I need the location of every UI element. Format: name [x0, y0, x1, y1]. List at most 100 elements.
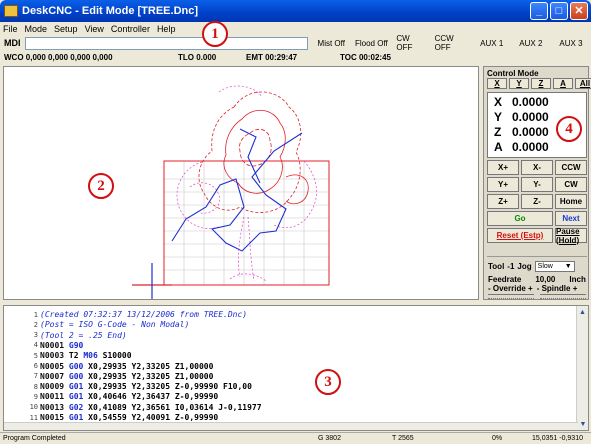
aux3-button[interactable]: AUX 3: [551, 37, 591, 50]
grid: [164, 161, 329, 285]
menu-view[interactable]: View: [85, 24, 104, 34]
code-token: X0,54559 Y2,40091 Z-0,99990: [88, 413, 219, 422]
status-bar: Program Completed G 3802 T 2565 0% 15,03…: [0, 432, 591, 444]
coord-a-value: 0.0000: [512, 140, 549, 154]
annotation-1: 1: [202, 21, 228, 47]
menu-mode[interactable]: Mode: [25, 24, 48, 34]
code-token: G01: [68, 413, 89, 422]
mdi-input[interactable]: [24, 36, 309, 50]
maximize-button[interactable]: □: [550, 2, 568, 20]
home-button[interactable]: Home: [555, 194, 587, 209]
feedrate-unit: Inch: [569, 275, 586, 284]
tool-value: -1: [507, 262, 515, 271]
program-status: Program Completed: [3, 435, 66, 442]
tree-contours-pink: [176, 85, 317, 282]
title-bar: DeskCNC - Edit Mode [TREE.Dnc] _ □ ✕: [0, 0, 591, 22]
tree-path-blue: [171, 128, 303, 252]
code-token: N0015: [40, 413, 69, 422]
spindle-slider[interactable]: [540, 294, 586, 299]
app-icon: [4, 5, 18, 17]
zero-z-button[interactable]: Z: [531, 78, 551, 89]
toolpath-drawing: [132, 85, 330, 299]
jog-label: Jog: [517, 262, 532, 271]
annotation-3: 3: [315, 369, 341, 395]
jog-speed-value: Slow: [537, 263, 553, 270]
toolbar: MDI Mist Off Flood Off CW OFF CCW OFF AU…: [0, 34, 591, 52]
scroll-up-icon[interactable]: ▲: [577, 306, 588, 318]
jog-x-plus-button[interactable]: X+: [487, 160, 519, 175]
jog-buttons: X+ X- CCW Y+ Y- CW Z+ Z- Home Go Next Re…: [487, 160, 587, 245]
line-number: 11: [29, 413, 38, 422]
jog-z-minus-button[interactable]: Z-: [521, 194, 553, 209]
coord-a: A 0.0000: [494, 140, 549, 154]
coord-x: X 0.0000: [494, 95, 549, 109]
line-number: 4: [33, 341, 38, 350]
t-counter: T 2565: [392, 435, 414, 442]
coord-x-value: 0.0000: [512, 95, 549, 109]
scroll-down-icon[interactable]: ▼: [577, 418, 588, 430]
zero-a-button[interactable]: A: [553, 78, 573, 89]
control-panel: Control Mode X Y Z A All X 0.0000 Y 0.0000…: [483, 66, 591, 300]
reset-estop-button[interactable]: Reset (Estp): [487, 228, 553, 243]
coord-y-value: 0.0000: [512, 110, 549, 124]
menu-help[interactable]: Help: [157, 24, 176, 34]
menu-setup[interactable]: Setup: [54, 24, 78, 34]
aux1-button[interactable]: AUX 1: [473, 37, 511, 50]
jog-speed-select[interactable]: Slow ▼: [534, 261, 575, 272]
zero-all-button[interactable]: All: [575, 78, 591, 89]
toolpath-view[interactable]: [3, 66, 479, 300]
mdi-label: MDI: [4, 38, 21, 48]
toc-readout: TOC 00:02:45: [340, 53, 391, 62]
ccw-button[interactable]: CCW OFF: [431, 34, 473, 52]
tlo-readout: TLO 0.000: [178, 53, 217, 62]
cw-button[interactable]: CW OFF: [392, 34, 430, 52]
override-label: - Override +: [488, 284, 533, 293]
control-mode-title: Control Mode: [487, 69, 539, 78]
pause-hold-button[interactable]: Pause (Hold): [555, 227, 587, 245]
emt-readout: EMT 00:29:47: [246, 53, 298, 62]
minimize-button[interactable]: _: [530, 2, 548, 20]
origin-axes: [132, 263, 172, 299]
line-number: 8: [33, 382, 38, 391]
line-number: 7: [33, 372, 38, 381]
line-number: 9: [33, 392, 38, 401]
line-number: 2: [33, 320, 38, 329]
jog-y-minus-button[interactable]: Y-: [521, 177, 553, 192]
gcode-editor[interactable]: 1 (Created 07:32:37 13/12/2006 from TREE.…: [3, 305, 589, 431]
jog-cw-button[interactable]: CW: [555, 177, 587, 192]
tool-label: Tool: [488, 262, 505, 271]
vertical-scrollbar[interactable]: ▲ ▼: [576, 306, 588, 430]
horizontal-scrollbar[interactable]: [4, 422, 578, 430]
line-number: 6: [33, 362, 38, 370]
coord-z-value: 0.0000: [512, 125, 549, 139]
flood-button[interactable]: Flood Off: [350, 37, 392, 50]
position-status: 15,0351 -0,9310: [532, 435, 583, 442]
menu-bar: File Mode Setup View Controller Help: [0, 22, 591, 36]
override-slider[interactable]: [488, 294, 534, 299]
jog-x-minus-button[interactable]: X-: [521, 160, 553, 175]
line-number: 10: [29, 403, 38, 412]
menu-controller[interactable]: Controller: [111, 24, 150, 34]
line-number: 1: [33, 310, 38, 319]
annotation-2: 2: [88, 173, 114, 199]
divider: [487, 256, 587, 257]
go-button[interactable]: Go: [487, 211, 553, 226]
feedrate-label: Feedrate: [488, 275, 522, 284]
line-number: 5: [33, 351, 38, 360]
jog-z-plus-button[interactable]: Z+: [487, 194, 519, 209]
chevron-down-icon: ▼: [564, 263, 572, 270]
zero-y-button[interactable]: Y: [509, 78, 529, 89]
tree-contours-red: [198, 91, 309, 213]
spindle-label: - Spindle +: [536, 284, 578, 293]
mist-button[interactable]: Mist Off: [312, 37, 350, 50]
window-title: DeskCNC - Edit Mode [TREE.Dnc]: [22, 5, 199, 17]
progress-percent: 0%: [492, 435, 503, 442]
menu-file[interactable]: File: [3, 24, 18, 34]
aux2-button[interactable]: AUX 2: [511, 37, 551, 50]
jog-ccw-button[interactable]: CCW: [555, 160, 587, 175]
close-button[interactable]: ✕: [570, 2, 588, 20]
jog-y-plus-button[interactable]: Y+: [487, 177, 519, 192]
zero-x-button[interactable]: X: [487, 78, 507, 89]
g-counter: G 3802: [318, 435, 341, 442]
next-button[interactable]: Next: [555, 211, 587, 226]
